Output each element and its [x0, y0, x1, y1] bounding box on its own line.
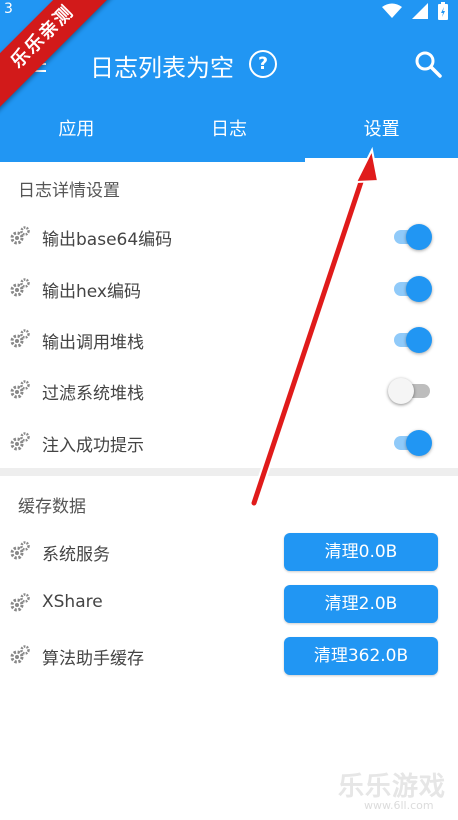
status-text: 3 — [4, 1, 13, 17]
toggle-switch[interactable] — [392, 224, 432, 250]
cache-label: XShare — [42, 592, 103, 612]
watermark-url: www.6ll.com — [364, 799, 434, 812]
page-title: 日志列表为空 — [90, 54, 234, 82]
tab-logs[interactable]: 日志 — [153, 106, 306, 158]
setting-label: 输出调用堆栈 — [42, 333, 144, 353]
gear-icon — [10, 541, 30, 560]
cache-label: 系统服务 — [42, 545, 110, 565]
gear-icon — [10, 329, 30, 348]
toggle-switch[interactable] — [392, 276, 432, 302]
help-icon[interactable]: ? — [249, 50, 277, 78]
setting-row-base64[interactable]: 输出base64编码 — [0, 212, 458, 262]
cache-row-xshare: XShare 清理2.0B — [0, 579, 458, 629]
battery-icon — [438, 2, 448, 20]
gear-icon — [10, 645, 30, 664]
setting-row-inject-tip[interactable]: 注入成功提示 — [0, 418, 458, 468]
clear-cache-button[interactable]: 清理362.0B — [284, 637, 438, 675]
clear-cache-button[interactable]: 清理0.0B — [284, 533, 438, 571]
setting-row-filter-stack[interactable]: 过滤系统堆栈 — [0, 366, 458, 416]
search-icon[interactable] — [414, 50, 442, 78]
gear-icon — [10, 380, 30, 399]
setting-row-hex[interactable]: 输出hex编码 — [0, 264, 458, 314]
cache-header: 缓存数据 — [18, 497, 86, 517]
section-divider — [0, 468, 458, 476]
watermark-logo: 乐乐游戏 — [338, 772, 447, 802]
tab-apps[interactable]: 应用 — [0, 106, 153, 158]
setting-label: 输出base64编码 — [42, 230, 173, 250]
tab-settings[interactable]: 设置 — [305, 106, 458, 162]
gear-icon — [10, 593, 30, 612]
cache-row-algorithm-helper: 算法助手缓存 清理362.0B — [0, 631, 458, 681]
cache-row-system-service: 系统服务 清理0.0B — [0, 527, 458, 577]
gear-icon — [10, 226, 30, 245]
wifi-icon — [382, 3, 402, 18]
toggle-switch[interactable] — [392, 430, 432, 456]
setting-label: 注入成功提示 — [42, 436, 144, 456]
log-settings-header: 日志详情设置 — [18, 181, 120, 201]
toggle-switch[interactable] — [388, 378, 432, 404]
toggle-switch[interactable] — [392, 327, 432, 353]
gear-icon — [10, 432, 30, 451]
setting-label: 输出hex编码 — [42, 282, 141, 302]
setting-label: 过滤系统堆栈 — [42, 384, 144, 404]
setting-row-call-stack[interactable]: 输出调用堆栈 — [0, 315, 458, 365]
clear-cache-button[interactable]: 清理2.0B — [284, 585, 438, 623]
signal-icon — [412, 3, 428, 19]
toolbar: 日志列表为空 ? — [0, 36, 458, 92]
gear-icon — [10, 278, 30, 297]
tab-bar: 应用 日志 设置 — [0, 106, 458, 162]
cache-label: 算法助手缓存 — [42, 649, 144, 669]
